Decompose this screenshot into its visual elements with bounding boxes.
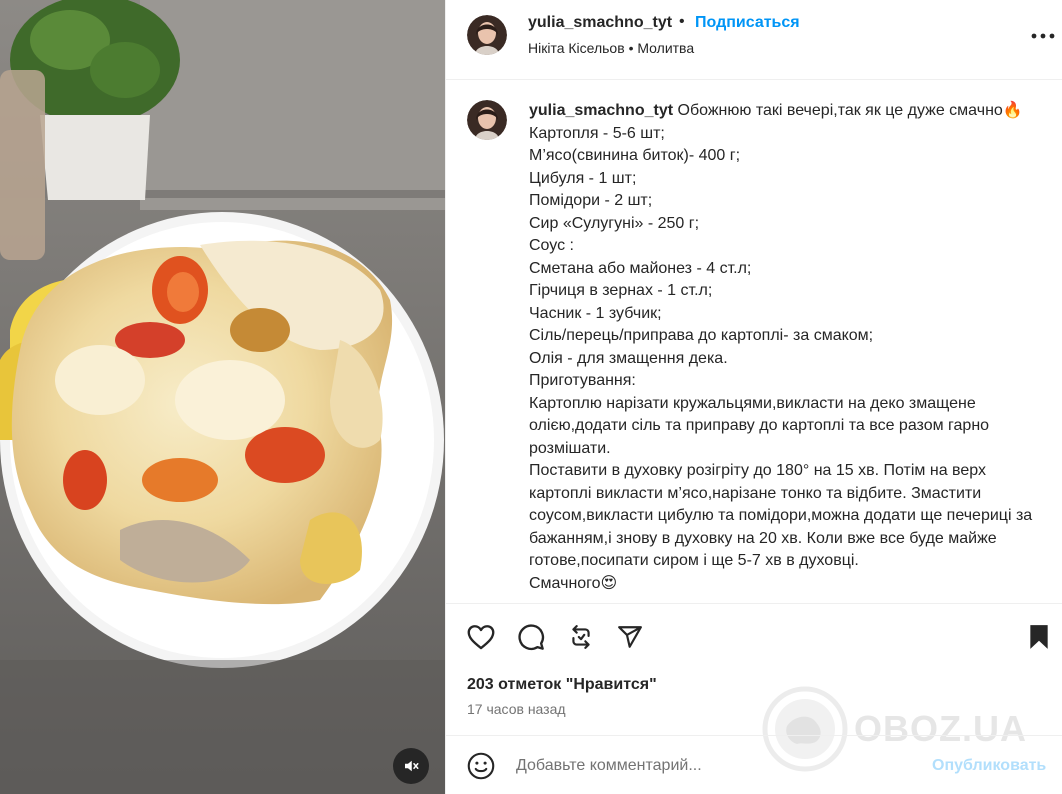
likes-count[interactable]: 203 отметок "Нравится" (467, 676, 657, 694)
comment-input[interactable] (516, 754, 916, 778)
save-button[interactable] (1024, 622, 1054, 652)
caption-text: yulia_smachno_tyt Обожнюю такі вечері,та… (529, 100, 1039, 595)
avatar[interactable] (467, 15, 507, 55)
caption-area: yulia_smachno_tyt Обожнюю такі вечері,та… (446, 80, 1062, 603)
more-options-button[interactable] (1028, 26, 1058, 46)
separator-dot: • (628, 40, 634, 56)
muted-speaker-icon (405, 760, 419, 772)
mute-toggle-button[interactable] (393, 748, 429, 784)
post-photo (0, 0, 445, 794)
publish-comment-button[interactable]: Опубликовать (932, 757, 1046, 775)
audio-info[interactable]: Нікіта Кісельов • Молитва (528, 40, 694, 56)
like-button[interactable] (466, 622, 496, 652)
username-link[interactable]: yulia_smachno_tyt (528, 14, 672, 32)
emoji-icon (467, 752, 495, 780)
comment-bar: Опубликовать (446, 735, 1062, 794)
music-track: Молитва (637, 40, 695, 56)
heart-icon (467, 625, 495, 650)
post-timestamp[interactable]: 17 часов назад (467, 701, 566, 717)
post-header: yulia_smachno_tyt • Подписаться Нікіта К… (446, 0, 1062, 80)
more-options-icon (1031, 33, 1055, 39)
emoji-button[interactable] (467, 752, 495, 780)
share-button[interactable] (615, 622, 645, 652)
caption-username[interactable]: yulia_smachno_tyt (529, 102, 673, 119)
repost-button[interactable] (566, 622, 596, 652)
separator-dot: • (679, 13, 685, 30)
music-artist: Нікіта Кісельов (528, 40, 625, 56)
share-icon (618, 626, 642, 648)
avatar-image (467, 100, 507, 140)
post-details-panel: yulia_smachno_tyt • Подписаться Нікіта К… (445, 0, 1062, 794)
bookmark-icon (1030, 625, 1048, 649)
comment-icon (518, 624, 545, 651)
follow-button[interactable]: Подписаться (695, 14, 800, 32)
post-actions: 203 отметок "Нравится" 17 часов назад OB… (446, 603, 1062, 772)
comment-button[interactable] (516, 622, 546, 652)
post-media[interactable] (0, 0, 445, 794)
caption-avatar[interactable] (467, 100, 507, 140)
avatar-image (467, 15, 507, 55)
caption-body: Обожнюю такі вечері,так як це дуже смачн… (529, 102, 1033, 592)
repost-icon (572, 625, 590, 649)
